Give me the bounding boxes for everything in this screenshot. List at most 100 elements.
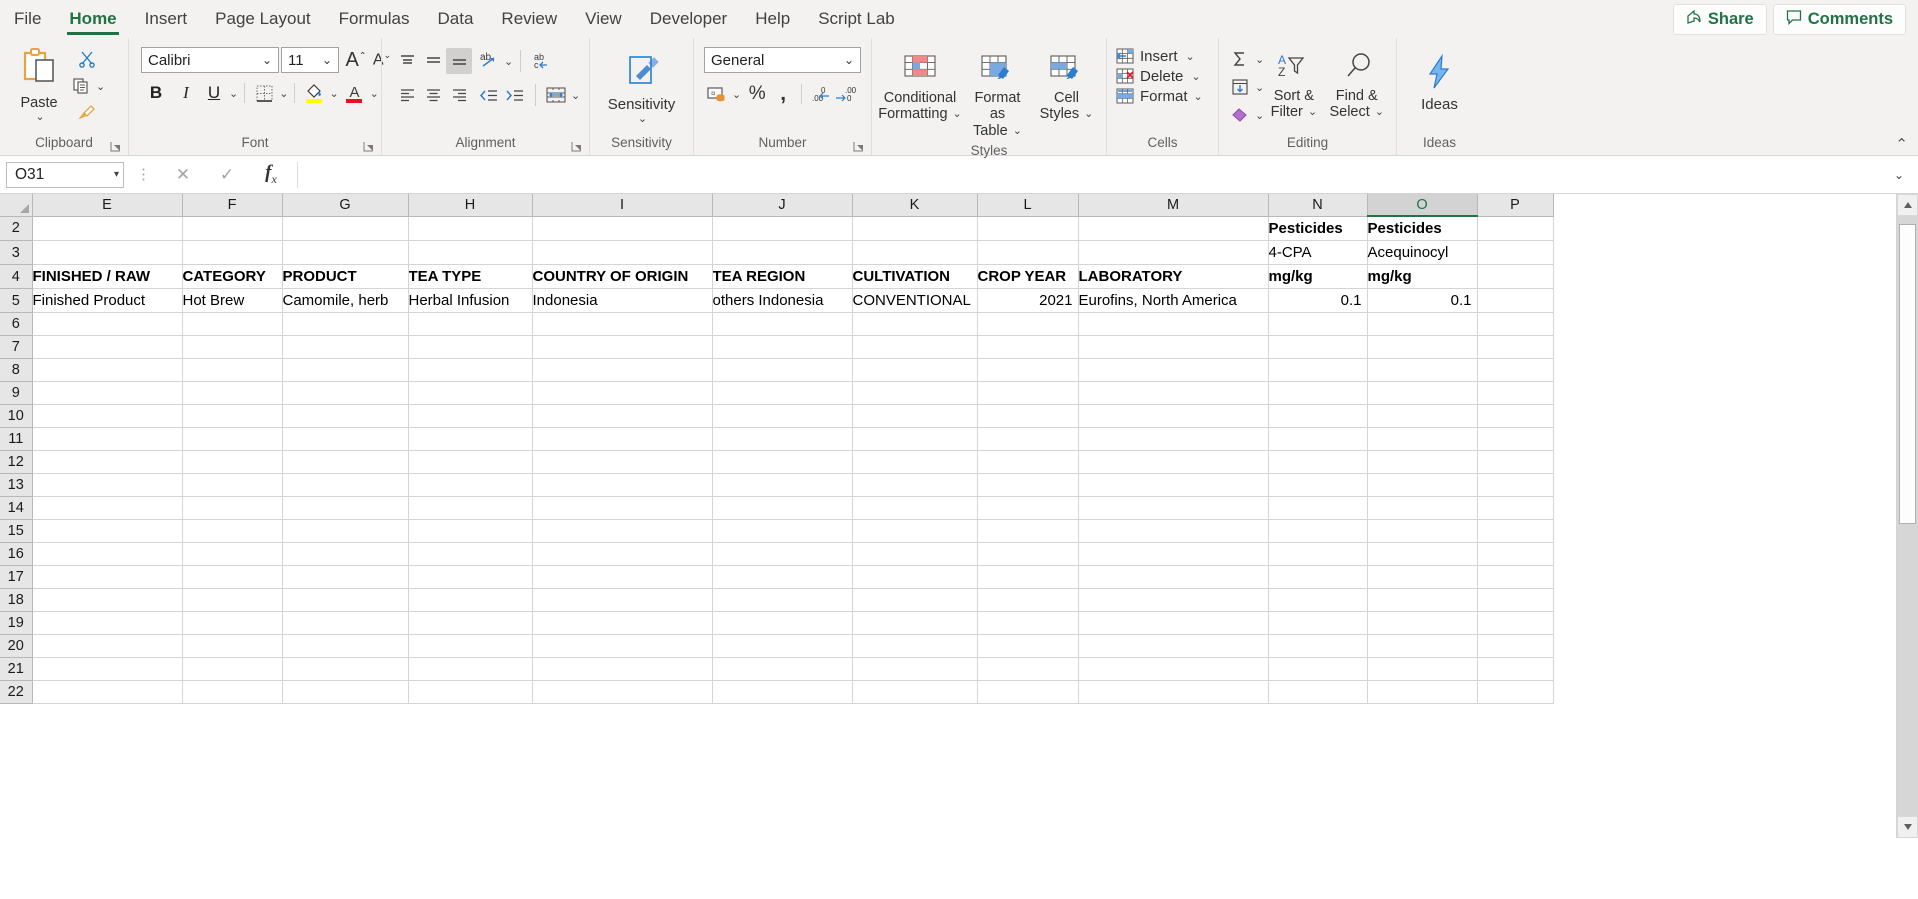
cell-N20[interactable] [1268,634,1368,658]
ribbon-tab-review[interactable]: Review [487,0,571,38]
formula-input[interactable] [302,161,1886,188]
cell-P8[interactable] [1477,358,1554,382]
fill-color-button[interactable] [301,80,327,106]
cell-L13[interactable] [977,473,1079,497]
cell-N5[interactable]: 0.1 [1268,288,1368,313]
cell-O17[interactable] [1367,565,1478,589]
cell-O16[interactable] [1367,542,1478,566]
cell-G20[interactable] [282,634,409,658]
cell-J20[interactable] [712,634,853,658]
cell-I8[interactable] [532,358,713,382]
cell-E11[interactable] [32,427,183,451]
cell-L22[interactable] [977,680,1079,704]
cell-P4[interactable] [1477,264,1554,289]
cell-G9[interactable] [282,381,409,405]
cell-J9[interactable] [712,381,853,405]
cell-M10[interactable] [1078,404,1269,428]
cell-H8[interactable] [408,358,533,382]
cell-N10[interactable] [1268,404,1368,428]
increase-decimal-button[interactable]: 0.00 [807,81,833,107]
cell-O10[interactable] [1367,404,1478,428]
cell-M14[interactable] [1078,496,1269,520]
cell-J22[interactable] [712,680,853,704]
collapse-ribbon-button[interactable]: ⌃ [1895,135,1908,153]
cell-O7[interactable] [1367,335,1478,359]
cell-G2[interactable] [282,216,409,241]
column-header-M[interactable]: M [1078,194,1269,217]
cell-M11[interactable] [1078,427,1269,451]
cell-F12[interactable] [182,450,283,474]
cell-P11[interactable] [1477,427,1554,451]
italic-button[interactable]: I [171,80,201,106]
copy-button[interactable] [68,73,94,99]
insert-cells-button[interactable]: Insert ⌄ [1115,47,1195,65]
cell-I18[interactable] [532,588,713,612]
row-header-11[interactable]: 11 [0,427,33,451]
bold-button[interactable]: B [141,80,171,106]
cell-M5[interactable]: Eurofins, North America [1078,288,1269,313]
row-header-8[interactable]: 8 [0,358,33,382]
cell-H10[interactable] [408,404,533,428]
cell-P16[interactable] [1477,542,1554,566]
cell-K9[interactable] [852,381,978,405]
cell-K17[interactable] [852,565,978,589]
column-header-P[interactable]: P [1477,194,1554,217]
row-header-10[interactable]: 10 [0,404,33,428]
cell-E3[interactable] [32,240,183,265]
vertical-scrollbar[interactable] [1896,194,1918,838]
ribbon-tab-home[interactable]: Home [55,0,130,38]
cell-K6[interactable] [852,312,978,336]
cell-F11[interactable] [182,427,283,451]
cell-P10[interactable] [1477,404,1554,428]
cell-O9[interactable] [1367,381,1478,405]
cell-I22[interactable] [532,680,713,704]
cell-I5[interactable]: Indonesia [532,288,713,313]
cell-L9[interactable] [977,381,1079,405]
cell-G21[interactable] [282,657,409,681]
cell-G22[interactable] [282,680,409,704]
ribbon-tab-view[interactable]: View [571,0,636,38]
chevron-down-icon[interactable]: ⌄ [1186,50,1195,63]
cell-G4[interactable]: PRODUCT [282,264,409,289]
cell-L8[interactable] [977,358,1079,382]
insert-function-button[interactable]: fx [249,162,293,188]
cell-I4[interactable]: COUNTRY OF ORIGIN [532,264,713,289]
cell-H13[interactable] [408,473,533,497]
cell-L17[interactable] [977,565,1079,589]
cell-E17[interactable] [32,565,183,589]
cell-M22[interactable] [1078,680,1269,704]
cut-button[interactable] [68,46,105,72]
cell-K8[interactable] [852,358,978,382]
cell-O4[interactable]: mg/kg [1367,264,1478,289]
cell-M20[interactable] [1078,634,1269,658]
cell-F13[interactable] [182,473,283,497]
row-header-20[interactable]: 20 [0,634,33,658]
cell-E22[interactable] [32,680,183,704]
cell-E13[interactable] [32,473,183,497]
cell-M19[interactable] [1078,611,1269,635]
cell-K22[interactable] [852,680,978,704]
cell-E7[interactable] [32,335,183,359]
cell-J8[interactable] [712,358,853,382]
cell-F8[interactable] [182,358,283,382]
cell-G16[interactable] [282,542,409,566]
cell-I3[interactable] [532,240,713,265]
cell-E8[interactable] [32,358,183,382]
chevron-down-icon[interactable]: ⌄ [370,87,379,100]
row-header-15[interactable]: 15 [0,519,33,543]
clear-button[interactable]: ⌄ [1227,102,1264,128]
chevron-down-icon[interactable]: ▾ [114,169,119,180]
cell-M13[interactable] [1078,473,1269,497]
column-header-K[interactable]: K [852,194,978,217]
cell-G8[interactable] [282,358,409,382]
cell-F6[interactable] [182,312,283,336]
chevron-down-icon[interactable]: ⌄ [259,53,275,67]
cell-E14[interactable] [32,496,183,520]
column-header-I[interactable]: I [532,194,713,217]
delete-cells-button[interactable]: Delete ⌄ [1115,67,1201,85]
cell-I12[interactable] [532,450,713,474]
cell-P20[interactable] [1477,634,1554,658]
cell-I9[interactable] [532,381,713,405]
chevron-down-icon[interactable]: ⌄ [1084,108,1093,121]
cell-N6[interactable] [1268,312,1368,336]
